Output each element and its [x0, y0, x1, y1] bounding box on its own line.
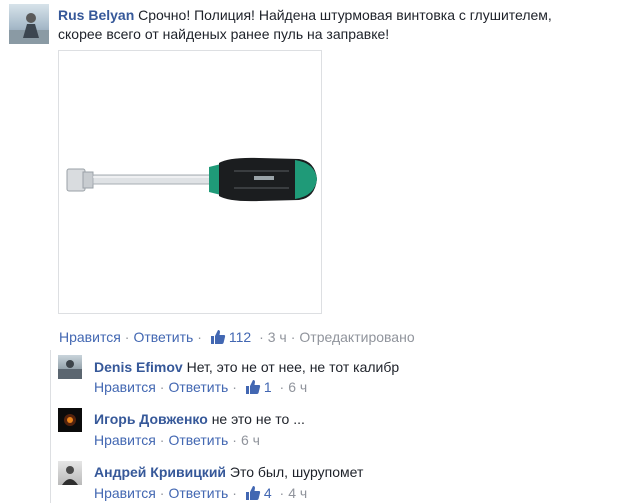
timestamp[interactable]: 6 ч [288, 379, 307, 395]
like-count[interactable]: 1 [241, 379, 276, 395]
person-photo-icon [62, 466, 78, 485]
comment-text: Это был, шурупомет [229, 464, 364, 480]
like-count[interactable]: 112 [206, 329, 255, 345]
timestamp[interactable]: 6 ч [241, 432, 260, 448]
comment-author[interactable]: Rus Belyan [58, 7, 134, 23]
comment-text: Нет, это не от нее, не тот калибр [186, 359, 400, 375]
sparkle-photo-icon [64, 414, 76, 426]
person-photo-icon [58, 360, 82, 379]
reply-link[interactable]: Ответить [168, 432, 228, 448]
reply-actions: Нравится · Ответить · 6 ч [94, 432, 260, 448]
reply-actions: Нравится · Ответить · 1 · 6 ч [94, 379, 308, 395]
comment-attached-photo[interactable] [58, 50, 322, 314]
comment-text-line1: Срочно! Полиция! Найдена штурмовая винто… [138, 7, 552, 23]
edited-label[interactable]: Отредактировано [299, 329, 414, 345]
reply-comment: Игорь Довженко не это не то ... [94, 411, 305, 428]
reply-link[interactable]: Ответить [168, 485, 228, 501]
avatar[interactable] [58, 461, 82, 485]
comment-author[interactable]: Игорь Довженко [94, 411, 208, 427]
screwdriver-image [66, 157, 317, 202]
like-link[interactable]: Нравится [94, 485, 156, 501]
main-comment: Rus Belyan Срочно! Полиция! Найдена штур… [58, 6, 598, 44]
comment-text-line2: скорее всего от найденых ранее пуль на з… [58, 26, 390, 42]
comment-author[interactable]: Андрей Кривицкий [94, 464, 226, 480]
reply-thread-line [50, 350, 51, 503]
timestamp[interactable]: 3 ч [268, 329, 287, 345]
thumbs-up-icon [245, 486, 260, 500]
reply-actions: Нравится · Ответить · 4 · 4 ч [94, 485, 308, 501]
avatar[interactable] [58, 355, 82, 379]
avatar[interactable] [9, 4, 49, 44]
like-count[interactable]: 4 [241, 485, 276, 501]
comment-author[interactable]: Denis Efimov [94, 359, 183, 375]
like-link[interactable]: Нравится [94, 432, 156, 448]
reply-comment: Denis Efimov Нет, это не от нее, не тот … [94, 359, 399, 376]
thumbs-up-icon [245, 380, 260, 394]
like-link[interactable]: Нравится [94, 379, 156, 395]
like-link[interactable]: Нравится [59, 329, 121, 345]
thumbs-up-icon [210, 330, 225, 344]
reply-comment: Андрей Кривицкий Это был, шурупомет [94, 464, 363, 481]
person-photo-icon [9, 13, 49, 44]
comment-text: не это не то ... [211, 411, 305, 427]
avatar[interactable] [58, 408, 82, 432]
timestamp[interactable]: 4 ч [288, 485, 307, 501]
main-comment-actions: Нравится · Ответить · 112 · 3 ч · Отредактиров… [59, 329, 415, 345]
reply-link[interactable]: Ответить [133, 329, 193, 345]
reply-link[interactable]: Ответить [168, 379, 228, 395]
